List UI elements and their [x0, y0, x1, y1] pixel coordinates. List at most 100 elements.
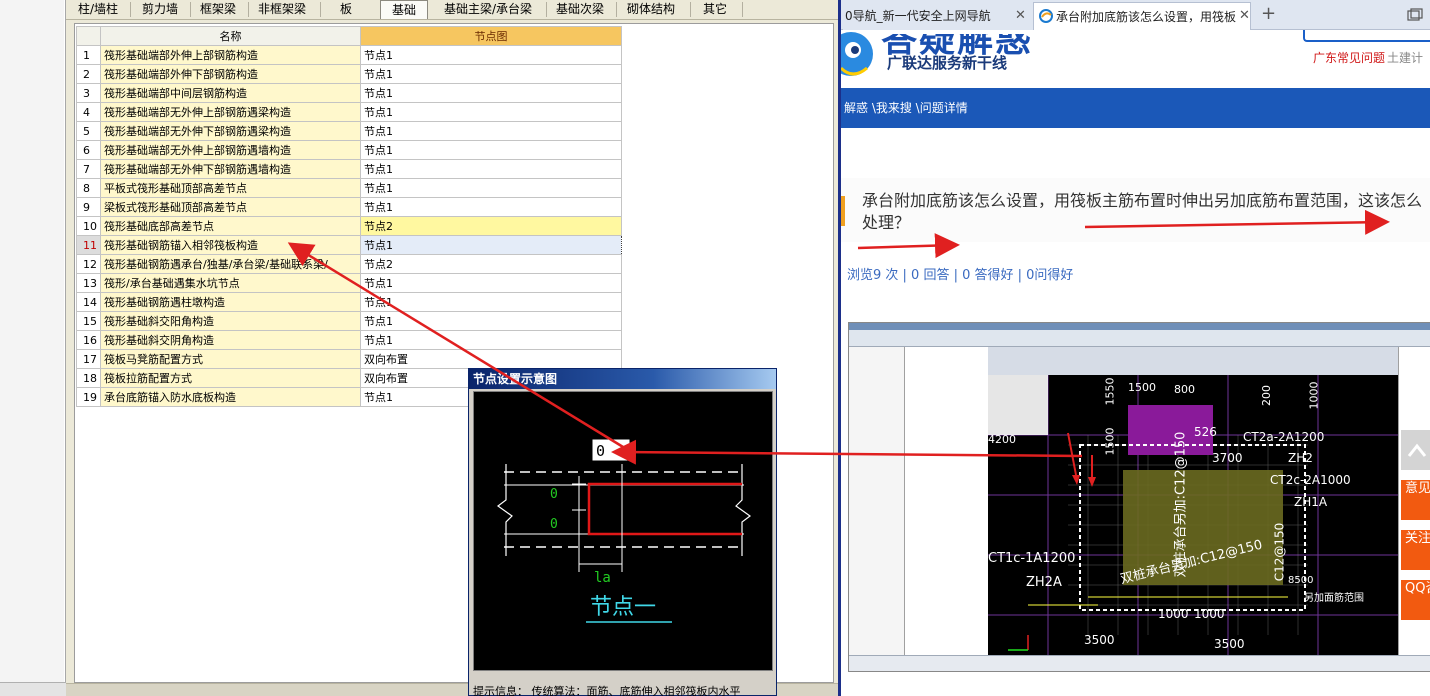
new-tab-button[interactable]: +	[1261, 3, 1276, 24]
dialog-title[interactable]: 节点设置示意图	[469, 369, 776, 389]
row-index: 13	[76, 273, 101, 293]
dialog-hint-text: 提示信息： 传统算法：面筋、底筋伸入相邻筏板内水平	[473, 685, 741, 696]
cad-label: ZH2A	[1026, 575, 1062, 590]
table-row[interactable]: 6 筏形基础端部无外伸上部钢筋遇墙构造 节点1	[76, 140, 622, 160]
table-row[interactable]: 7 筏形基础端部无外伸下部钢筋遇墙构造 节点1	[76, 159, 622, 179]
row-name[interactable]: 筏形基础端部无外伸下部钢筋遇墙构造	[100, 159, 361, 179]
dimension-label-b[interactable]: 0	[550, 517, 558, 532]
row-name[interactable]: 筏形基础钢筋遇承台/独基/承台梁/基础联系梁/	[100, 254, 361, 274]
table-row[interactable]: 11 筏形基础钢筋锚入相邻筏板构造 节点1	[76, 235, 622, 255]
row-node-value[interactable]: 节点1	[360, 83, 622, 103]
header-name[interactable]: 名称	[100, 26, 361, 46]
follow-us-button[interactable]: 关注我们	[1401, 530, 1430, 570]
row-node-value[interactable]: 节点1	[360, 64, 622, 84]
row-node-value[interactable]: 节点1	[360, 102, 622, 122]
close-icon[interactable]: ✕	[1239, 8, 1250, 23]
table-row[interactable]: 2 筏形基础端部外伸下部钢筋构造 节点1	[76, 64, 622, 84]
row-node-value[interactable]: 节点2	[360, 254, 622, 274]
row-node-value[interactable]: 节点2	[360, 216, 622, 236]
table-row[interactable]: 9 梁板式筏形基础顶部高差节点 节点1	[76, 197, 622, 217]
left-panel-strip	[0, 0, 66, 696]
row-name[interactable]: 筏形基础端部外伸下部钢筋构造	[100, 64, 361, 84]
row-node-value[interactable]: 节点1	[360, 178, 622, 198]
row-node-value[interactable]: 节点1	[360, 311, 622, 331]
row-name[interactable]: 筏板马凳筋配置方式	[100, 349, 361, 369]
la-label[interactable]: la	[594, 570, 611, 586]
browser-tab-active[interactable]: 承台附加底筋该怎么设置，用筏板	[1033, 2, 1251, 30]
left-panel-scrollbar[interactable]	[0, 682, 66, 696]
row-node-value[interactable]: 节点1	[360, 121, 622, 141]
row-name[interactable]: 筏形基础斜交阴角构造	[100, 330, 361, 350]
table-row[interactable]: 13 筏形/承台基础遇集水坑节点 节点1	[76, 273, 622, 293]
close-icon[interactable]: ✕	[1015, 8, 1026, 23]
tab-other[interactable]: 其它	[696, 0, 734, 19]
row-name[interactable]: 筏形基础端部中间层钢筋构造	[100, 83, 361, 103]
tab-foundation[interactable]: 基础	[380, 0, 428, 19]
row-name[interactable]: 筏形/承台基础遇集水坑节点	[100, 273, 361, 293]
row-name[interactable]: 筏形基础斜交阳角构造	[100, 311, 361, 331]
row-name[interactable]: 筏形基础底部高差节点	[100, 216, 361, 236]
table-row[interactable]: 12 筏形基础钢筋遇承台/独基/承台梁/基础联系梁/节点2	[76, 254, 622, 274]
table-row[interactable]: 3 筏形基础端部中间层钢筋构造 节点1	[76, 83, 622, 103]
diagram-input-value[interactable]: 0	[596, 442, 605, 460]
table-row[interactable]: 4 筏形基础端部无外伸上部钢筋遇梁构造 节点1	[76, 102, 622, 122]
tab-masonry[interactable]: 砌体结构	[620, 0, 682, 19]
tab-foundation-secondary-beam[interactable]: 基础次梁	[550, 0, 610, 19]
question-attachment-image[interactable]: 1500 800 1550 200 1000 526 4200 1500 CT2…	[848, 322, 1430, 672]
tab-non-frame-beam[interactable]: 非框架梁	[252, 0, 312, 19]
row-node-value[interactable]: 节点1	[360, 292, 622, 312]
row-name[interactable]: 梁板式筏形基础顶部高差节点	[100, 197, 361, 217]
dimension-label-a[interactable]: 0	[550, 487, 558, 502]
row-node-value[interactable]: 节点1	[360, 159, 622, 179]
row-node-value[interactable]: 节点1	[360, 197, 622, 217]
tab-slab[interactable]: 板	[332, 0, 360, 19]
table-row[interactable]: 14 筏形基础钢筋遇柱墩构造 节点1	[76, 292, 622, 312]
row-name[interactable]: 筏形基础钢筋锚入相邻筏板构造	[100, 235, 361, 255]
row-name[interactable]: 筏形基础端部外伸上部钢筋构造	[100, 45, 361, 65]
attachment-cad-drawing	[988, 375, 1398, 655]
breadcrumb[interactable]: 解惑 \我来搜 \问题详情	[844, 101, 968, 115]
table-row[interactable]: 1 筏形基础端部外伸上部钢筋构造 节点1	[76, 45, 622, 65]
scroll-top-button[interactable]	[1401, 430, 1430, 470]
row-index: 17	[76, 349, 101, 369]
table-row[interactable]: 10 筏形基础底部高差节点 节点2	[76, 216, 622, 236]
tab-foundation-main-beam[interactable]: 基础主梁/承台梁	[436, 0, 540, 19]
row-name[interactable]: 平板式筏形基础顶部高差节点	[100, 178, 361, 198]
row-name[interactable]: 筏形基础端部无外伸上部钢筋遇墙构造	[100, 140, 361, 160]
restore-window-icon[interactable]	[1407, 8, 1423, 22]
region-faq-link[interactable]: 广东常见问题	[1313, 49, 1385, 66]
table-row[interactable]: 5 筏形基础端部无外伸下部钢筋遇梁构造 节点1	[76, 121, 622, 141]
row-name[interactable]: 筏形基础钢筋遇柱墩构造	[100, 292, 361, 312]
table-row[interactable]: 15 筏形基础斜交阳角构造 节点1	[76, 311, 622, 331]
row-name[interactable]: 筏形基础端部无外伸下部钢筋遇梁构造	[100, 121, 361, 141]
tab-separator	[546, 2, 547, 17]
row-index: 8	[76, 178, 101, 198]
cad-label: CT2c-2A1000	[1270, 473, 1351, 487]
feedback-button[interactable]: 意见反馈	[1401, 480, 1430, 520]
search-box[interactable]	[1303, 30, 1430, 42]
row-node-value[interactable]: 节点1	[360, 45, 622, 65]
row-node-value[interactable]: 节点1	[360, 235, 622, 255]
row-name[interactable]: 筏板拉筋配置方式	[100, 368, 361, 388]
table-row[interactable]: 8 平板式筏形基础顶部高差节点 节点1	[76, 178, 622, 198]
row-index: 2	[76, 64, 101, 84]
table-row[interactable]: 16 筏形基础斜交阴角构造 节点1	[76, 330, 622, 350]
qq-consult-button[interactable]: QQ咨询	[1401, 580, 1430, 620]
row-node-value[interactable]: 节点1	[360, 140, 622, 160]
browser-tab-navigation[interactable]: 0导航_新一代安全上网导航	[843, 2, 1033, 30]
row-node-value[interactable]: 双向布置	[360, 349, 622, 369]
tab-frame-beam[interactable]: 框架梁	[194, 0, 242, 19]
cad-label: CT2a-2A1200	[1243, 430, 1325, 444]
region-link-civil[interactable]: 土建计	[1387, 49, 1423, 66]
row-name[interactable]: 承台底筋锚入防水底板构造	[100, 387, 361, 407]
row-node-value[interactable]: 节点1	[360, 273, 622, 293]
cad-label: 1000	[1194, 607, 1225, 621]
row-name[interactable]: 筏形基础端部无外伸上部钢筋遇梁构造	[100, 102, 361, 122]
table-row[interactable]: 17 筏板马凳筋配置方式 双向布置	[76, 349, 622, 369]
tab-shear-wall[interactable]: 剪力墙	[136, 0, 184, 19]
browser-tab-label: 承台附加底筋该怎么设置，用筏板	[1056, 10, 1237, 24]
row-node-value[interactable]: 节点1	[360, 330, 622, 350]
browser-window: 0导航_新一代安全上网导航 ✕ 承台附加底筋该怎么设置，用筏板 ✕ + 答疑解惑…	[838, 0, 1430, 696]
header-node-diagram[interactable]: 节点图	[360, 26, 622, 46]
tab-column-wallcolumn[interactable]: 柱/墙柱	[72, 0, 124, 19]
